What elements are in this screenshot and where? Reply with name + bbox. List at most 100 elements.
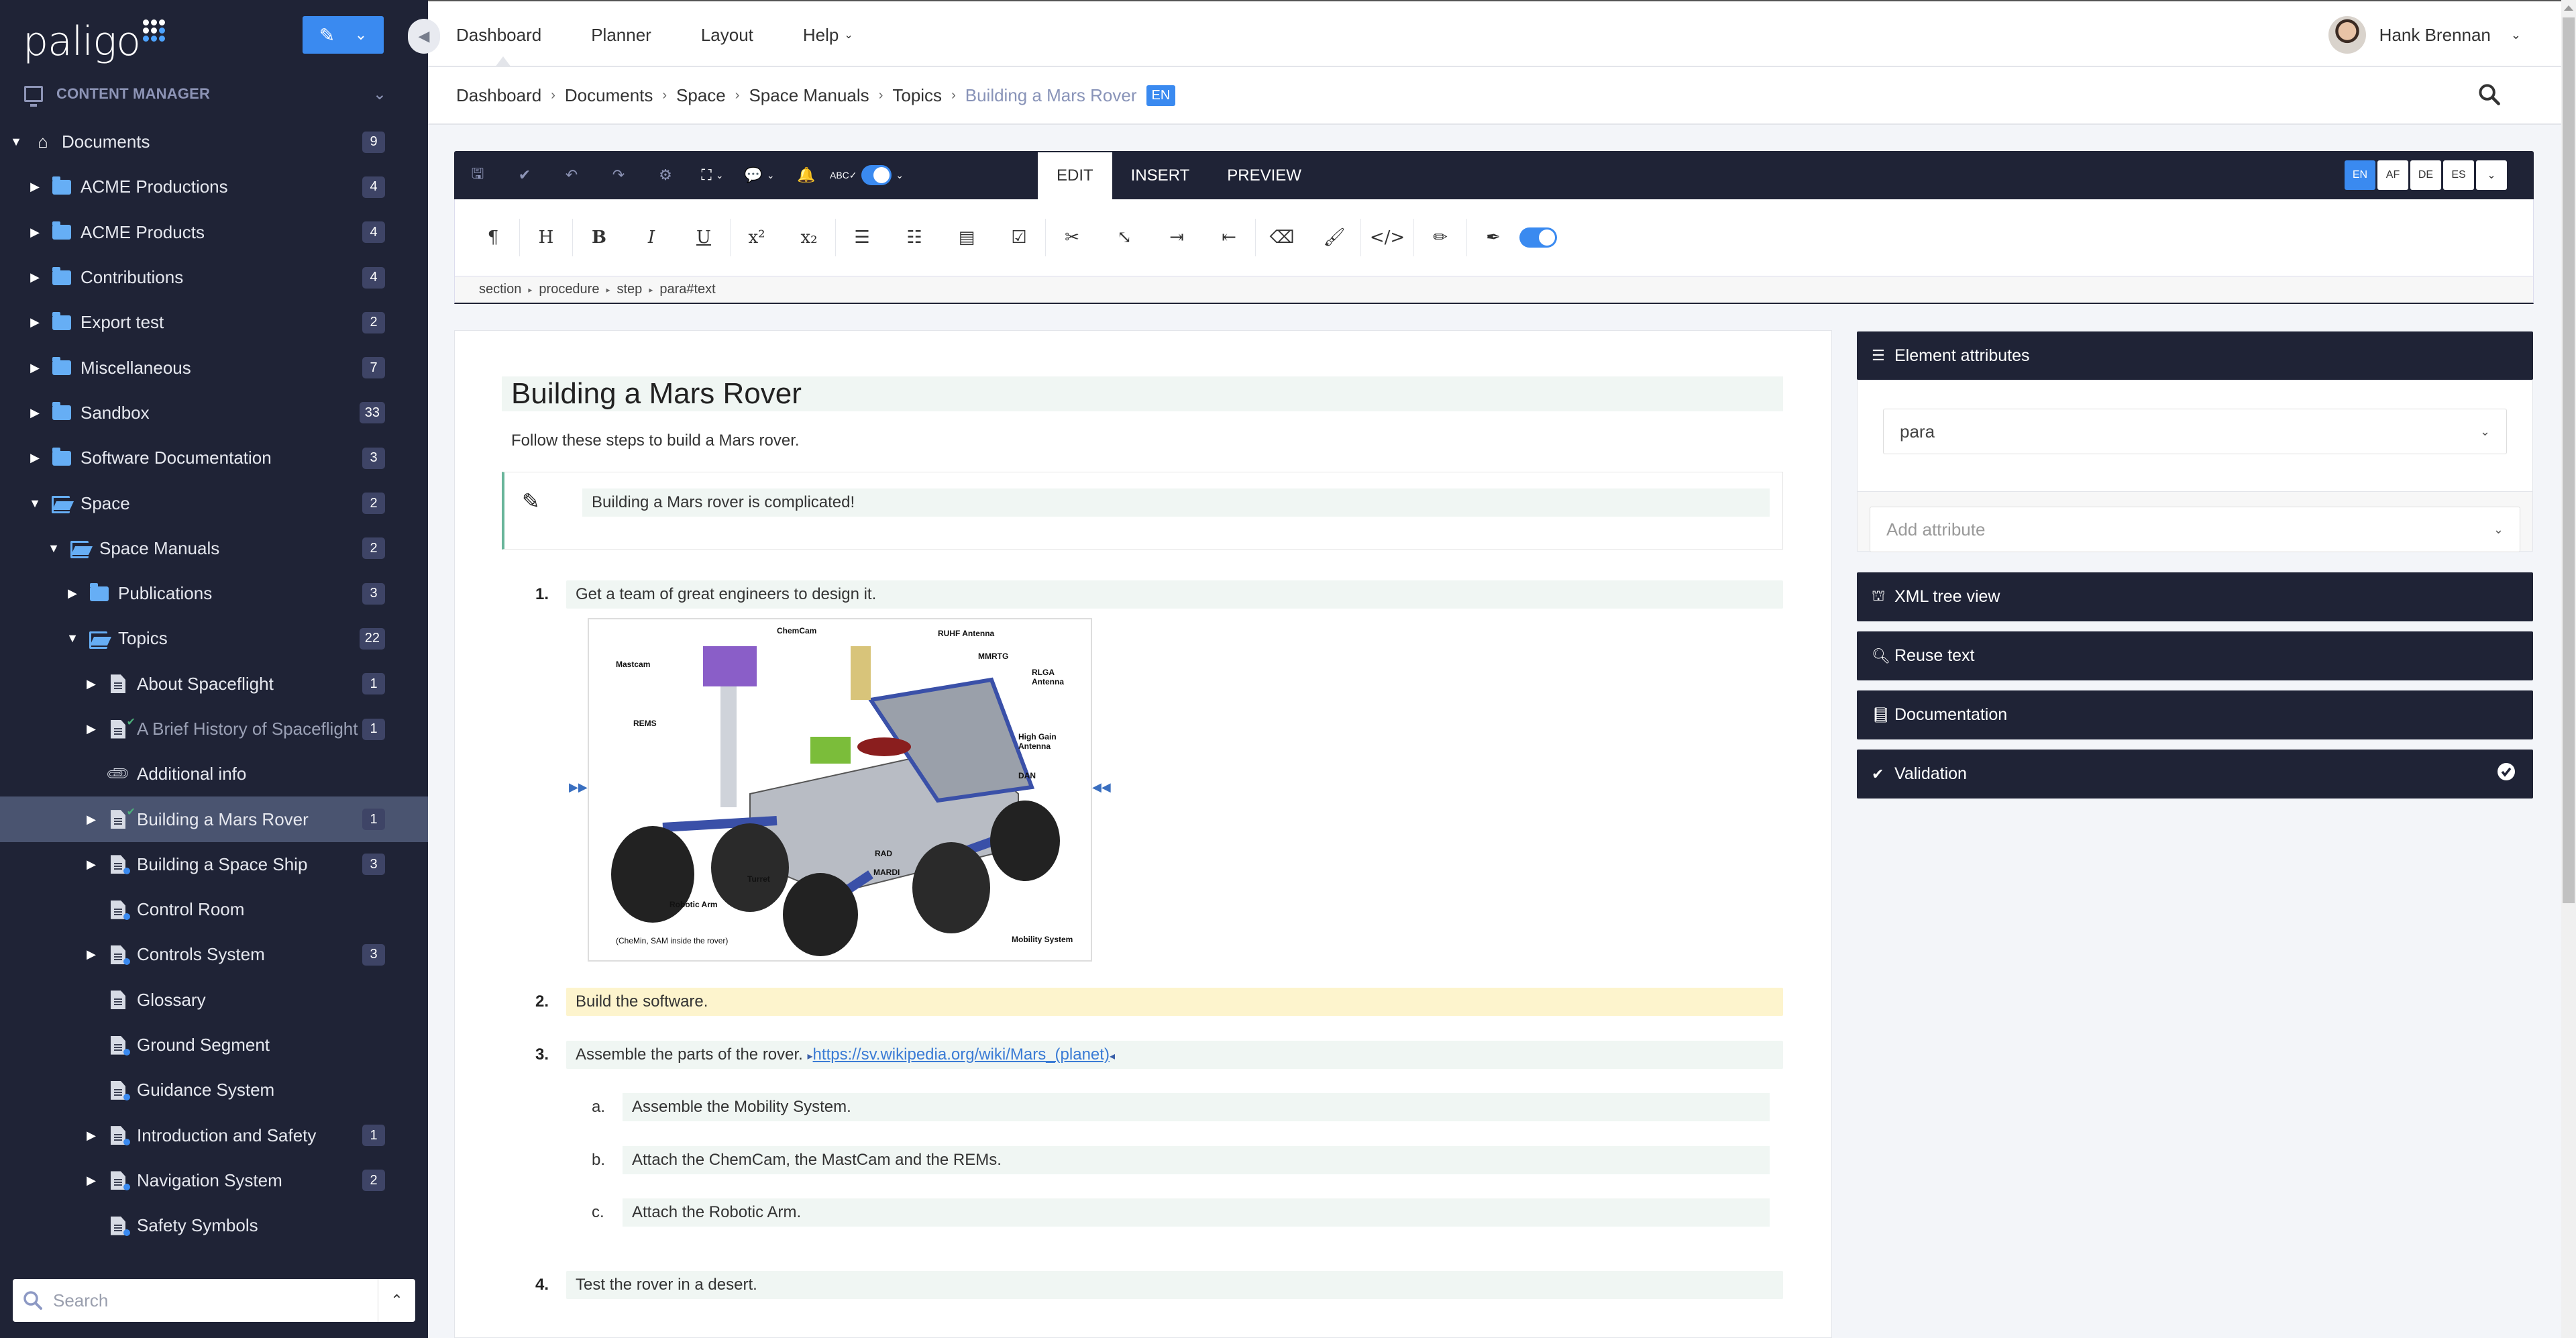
sidebar-search-input[interactable] <box>53 1290 378 1311</box>
breadcrumb-topics[interactable]: Topics <box>892 85 942 106</box>
tree-item[interactable]: ▼ Space Manuals 2 <box>0 526 428 571</box>
tree-item[interactable]: ▶ Building a Space Ship 3 <box>0 842 428 887</box>
tree-item[interactable]: Guidance System <box>0 1068 428 1113</box>
collapse-arrow-icon[interactable]: ▶ <box>28 315 42 329</box>
document-canvas[interactable]: Building a Mars Rover Follow these steps… <box>454 330 1832 1338</box>
paragraph-icon[interactable]: ¶ <box>467 227 519 248</box>
tree-item[interactable]: 📎︎ Additional info <box>0 752 428 796</box>
figure-right-handle-icon[interactable]: ◀◀ <box>1092 780 1111 794</box>
list-variant-icon[interactable]: ▤ <box>941 227 993 248</box>
step-4[interactable]: 4. Test the rover in a desert. <box>535 1271 1783 1299</box>
tab-preview[interactable]: PREVIEW <box>1208 152 1320 199</box>
collapse-arrow-icon[interactable]: ▶ <box>85 677 98 691</box>
lang-tab-en[interactable]: EN <box>2345 160 2375 190</box>
tree-item[interactable]: ▶ Export test 2 <box>0 300 428 345</box>
path-procedure[interactable]: procedure <box>539 282 599 297</box>
indent-icon[interactable]: ⇥ <box>1150 227 1203 248</box>
tree-item[interactable]: ▶ Controls System 3 <box>0 932 428 977</box>
scroll-up-icon[interactable] <box>2564 5 2573 11</box>
rover-figure[interactable]: ChemCam RUHF Antenna MMRTG RLGA Antenna … <box>588 618 1092 962</box>
xml-tree-view-panel[interactable]: ⛫ XML tree view <box>1857 572 2533 621</box>
tree-item[interactable]: ▶ Publications 3 <box>0 571 428 616</box>
pencil-icon[interactable]: ✏ <box>1414 227 1466 248</box>
new-content-button[interactable]: ✎ ⌄ <box>303 16 384 54</box>
undo-icon[interactable]: ↶ <box>548 166 595 184</box>
lang-tab-af[interactable]: AF <box>2377 160 2408 190</box>
tree-item[interactable]: ▼ Topics 22 <box>0 616 428 661</box>
bell-icon[interactable]: 🔔 <box>783 166 830 184</box>
tree-item[interactable]: Glossary <box>0 978 428 1023</box>
outdent-icon[interactable]: ⇤ <box>1203 227 1255 248</box>
nav-dashboard[interactable]: Dashboard <box>456 25 541 46</box>
collapse-arrow-icon[interactable]: ▶ <box>85 947 98 962</box>
path-step[interactable]: step <box>617 282 643 297</box>
expand-arrow-icon[interactable]: ▼ <box>28 497 42 511</box>
italic-icon[interactable]: I <box>625 227 678 248</box>
collapse-arrow-icon[interactable]: ▶ <box>28 361 42 375</box>
document-intro[interactable]: Follow these steps to build a Mars rover… <box>511 431 800 450</box>
numbered-list-icon[interactable]: ☷ <box>888 227 941 248</box>
tab-edit[interactable]: EDIT <box>1038 152 1112 199</box>
collapse-arrow-icon[interactable]: ▶ <box>85 858 98 872</box>
redo-icon[interactable]: ↷ <box>595 166 642 184</box>
scrollbar-thumb[interactable] <box>2563 17 2575 903</box>
content-manager-header[interactable]: CONTENT MANAGER ⌄ <box>24 81 386 107</box>
document-title[interactable]: Building a Mars Rover <box>502 376 1783 411</box>
subscript-icon[interactable]: x₂ <box>783 227 835 248</box>
tree-item[interactable]: ▶ ✔ Building a Mars Rover 1 <box>0 796 428 842</box>
superscript-icon[interactable]: x² <box>731 227 783 248</box>
figure-left-handle-icon[interactable]: ▶▶ <box>569 780 588 794</box>
collapse-arrow-icon[interactable]: ▶ <box>66 586 79 601</box>
bold-icon[interactable]: B <box>573 227 625 248</box>
note-block[interactable]: ✎ Building a Mars rover is complicated! <box>502 472 1783 550</box>
collapse-arrow-icon[interactable]: ▶ <box>28 451 42 465</box>
spellcheck-icon[interactable]: ABC✓ ⌄ <box>830 165 904 185</box>
step-3[interactable]: 3. Assemble the parts of the rover. ▸htt… <box>535 1041 1783 1069</box>
lang-tab-de[interactable]: DE <box>2410 160 2441 190</box>
tree-item[interactable]: ▶ Contributions 4 <box>0 255 428 300</box>
breadcrumb-dashboard[interactable]: Dashboard <box>456 85 541 106</box>
page-scrollbar[interactable] <box>2561 0 2576 1338</box>
note-text[interactable]: Building a Mars rover is complicated! <box>582 488 1770 517</box>
checklist-icon[interactable]: ☑ <box>993 227 1045 248</box>
tree-item[interactable]: ▶Space Safety1 <box>0 1248 428 1260</box>
add-attribute-select[interactable]: Add attribute ⌄ <box>1870 507 2520 552</box>
tree-item[interactable]: ▶ Software Documentation 3 <box>0 435 428 480</box>
substep-b[interactable]: b. Attach the ChemCam, the MastCam and t… <box>589 1146 1770 1174</box>
tree-item[interactable]: ▶ Navigation System 2 <box>0 1158 428 1203</box>
tree-item[interactable]: Control Room <box>0 887 428 932</box>
element-select[interactable]: para ⌄ <box>1883 409 2507 454</box>
chevron-down-icon[interactable]: ⌄ <box>373 85 386 104</box>
track-changes-toggle[interactable] <box>1519 227 1557 248</box>
collapse-arrow-icon[interactable]: ▶ <box>28 270 42 285</box>
code-icon[interactable]: </> <box>1361 227 1413 248</box>
fullscreen-icon[interactable]: ⛶ ⌄ <box>689 166 736 184</box>
tree-item[interactable]: ▶ Miscellaneous 7 <box>0 345 428 390</box>
collapse-arrow-icon[interactable]: ▶ <box>28 406 42 420</box>
substep-a[interactable]: a. Assemble the Mobility System. <box>589 1093 1770 1121</box>
chevron-down-icon[interactable]: ⌄ <box>355 26 367 44</box>
breadcrumb-space-manuals[interactable]: Space Manuals <box>749 85 869 106</box>
tree-item[interactable]: ▶ ACME Products 4 <box>0 210 428 255</box>
chevron-down-icon[interactable]: ⌄ <box>2476 160 2507 190</box>
wikipedia-link[interactable]: https://sv.wikipedia.org/wiki/Mars_(plan… <box>813 1045 1110 1064</box>
breadcrumb-space[interactable]: Space <box>676 85 726 106</box>
documentation-panel[interactable]: 📘︎ Documentation <box>1857 690 2533 739</box>
step-2[interactable]: 2. Build the software. <box>535 988 1783 1016</box>
tree-item[interactable]: ▶ Introduction and Safety 1 <box>0 1113 428 1158</box>
collapse-arrow-icon[interactable]: ▶ <box>85 813 98 827</box>
expand-arrow-icon[interactable]: ▼ <box>9 135 23 149</box>
expand-arrow-icon[interactable]: ▼ <box>66 631 79 646</box>
nav-layout[interactable]: Layout <box>701 25 753 46</box>
settings-icon[interactable]: ⚙ <box>642 166 689 184</box>
expand-arrow-icon[interactable]: ▼ <box>47 542 60 556</box>
collapse-arrow-icon[interactable]: ▶ <box>28 180 42 194</box>
chevron-up-icon[interactable]: ⌃ <box>378 1279 415 1322</box>
eraser-icon[interactable]: ⌫ <box>1256 227 1308 248</box>
tree-item[interactable]: ▼ Space 2 <box>0 480 428 525</box>
heading-icon[interactable]: H <box>520 227 572 248</box>
search-icon[interactable] <box>2478 83 2501 109</box>
substep-c[interactable]: c. Attach the Robotic Arm. <box>589 1198 1770 1227</box>
collapse-arrow-icon[interactable]: ▶ <box>85 1129 98 1143</box>
tree-item[interactable]: ▶ Sandbox 33 <box>0 391 428 435</box>
